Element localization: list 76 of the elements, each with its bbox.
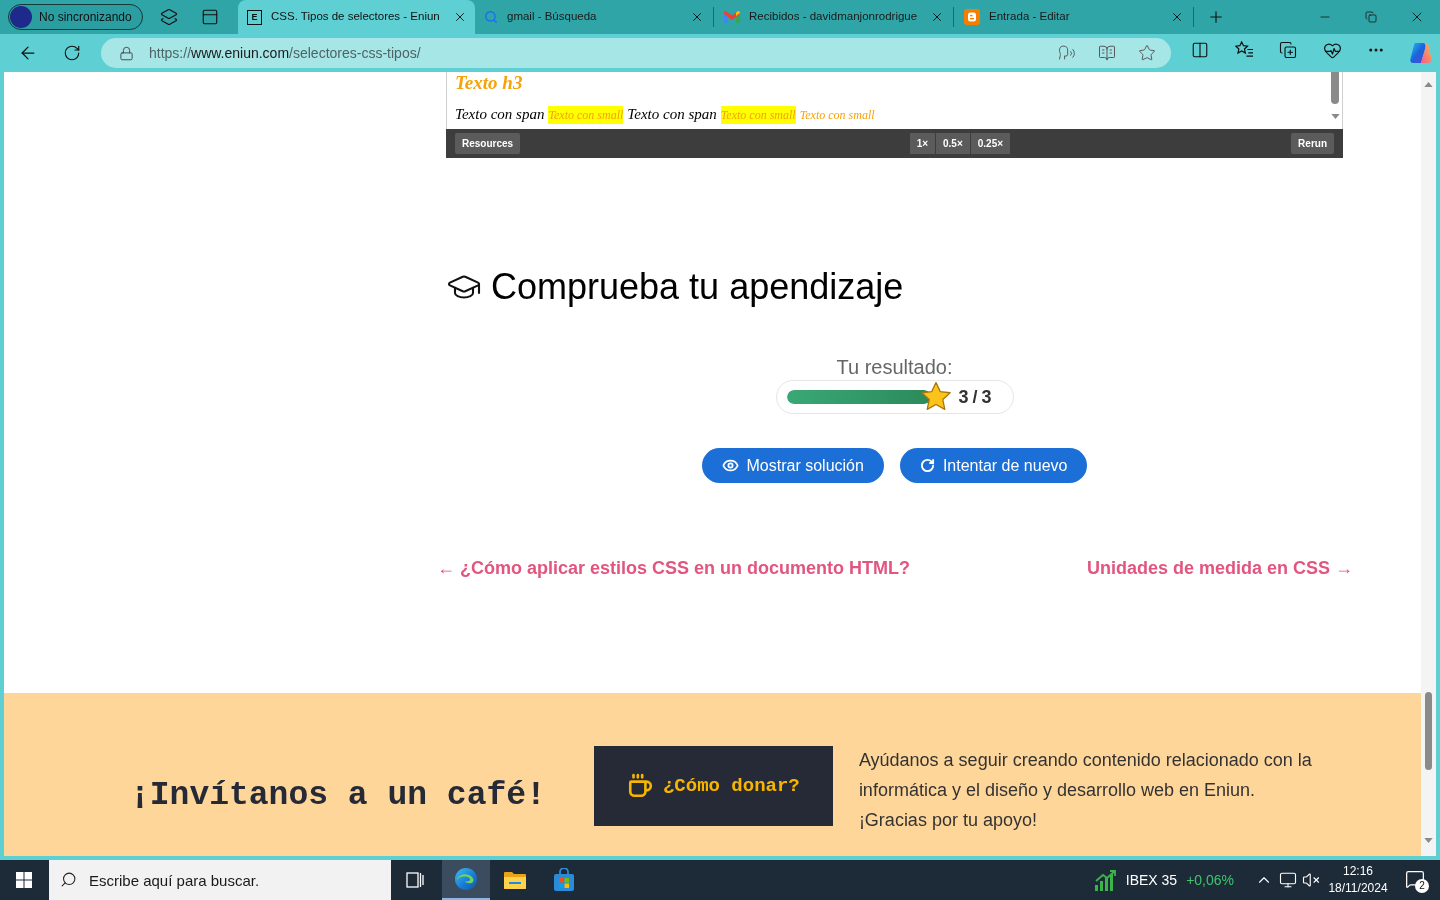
- star-outline-icon[interactable]: [1138, 44, 1156, 62]
- quiz-button[interactable]: Mostrar solución: [701, 448, 884, 483]
- restore-icon[interactable]: [1365, 11, 1377, 23]
- scrollbar-thumb[interactable]: [1425, 692, 1432, 770]
- profile-button[interactable]: No sincronizando: [8, 4, 143, 30]
- taskbar-clock[interactable]: 12:16 18/11/2024: [1324, 863, 1392, 897]
- zoom-button[interactable]: 0.5×: [936, 133, 970, 154]
- coffee-cup-icon: [626, 773, 653, 799]
- scroll-up-icon[interactable]: [1424, 82, 1433, 87]
- search-icon: [484, 10, 498, 24]
- banner-paragraph: Ayúdanos a seguir creando contenido relacionado con la informática y el diseño y desarrollo web en Eniun.: [858, 749, 1313, 802]
- address-bar[interactable]: https://www.eniun.com/selectores-css-tipos/: [101, 38, 1171, 68]
- avatar-icon: [10, 6, 32, 28]
- section-heading: Comprueba tu apendizaje: [491, 267, 904, 307]
- book-icon[interactable]: [1098, 44, 1116, 62]
- lock-icon[interactable]: [119, 45, 134, 61]
- scroll-down-icon[interactable]: [1330, 114, 1340, 119]
- next-post-link[interactable]: Unidades de medida en CSS →: [1086, 554, 1353, 582]
- zoom-button[interactable]: 0.25×: [970, 133, 1011, 154]
- scroll-down-icon[interactable]: [1424, 838, 1433, 843]
- search-icon: [60, 871, 77, 888]
- m-envelope-logo-icon: [724, 11, 740, 23]
- close-tab-icon[interactable]: [1170, 10, 1184, 24]
- rerun-button[interactable]: Rerun: [1291, 133, 1334, 154]
- banner-title: ¡Invítanos a un café!: [130, 776, 546, 816]
- copy-plus-icon[interactable]: [1279, 41, 1297, 59]
- browser-tab[interactable]: Entrada - Editar: [955, 0, 1192, 34]
- window-icon[interactable]: [201, 8, 219, 26]
- stock-change: +0,06%: [1186, 870, 1234, 890]
- preview-heading: Texto h3: [455, 72, 523, 94]
- monitor-icon[interactable]: [1279, 871, 1297, 889]
- shopping-bag-icon: [552, 868, 576, 892]
- score-text: 3 / 3: [958, 385, 992, 409]
- stock-name: IBEX 35: [1125, 870, 1178, 890]
- taskbar-search-field[interactable]: Escribe aquí para buscar.: [49, 860, 391, 900]
- tab-favicon: E: [247, 9, 262, 25]
- swirl-logo-icon: [454, 867, 478, 891]
- speaking-head-icon[interactable]: [1058, 44, 1076, 62]
- quiz-button[interactable]: Intentar de nuevo: [899, 448, 1088, 483]
- donate-button[interactable]: ¿Cómo donar?: [593, 746, 833, 826]
- result-label: Tu resultado:: [836, 356, 953, 378]
- layers-icon[interactable]: [160, 8, 178, 26]
- zoom-button[interactable]: 1×: [909, 133, 936, 154]
- muted-speaker-icon[interactable]: [1302, 871, 1320, 889]
- four-squares-icon[interactable]: [16, 872, 32, 888]
- speech-bubble-icon[interactable]: [1405, 869, 1425, 889]
- preview-span-text: Texto con span: [455, 105, 545, 124]
- scrollbar-thumb[interactable]: [1331, 72, 1339, 104]
- refresh-icon: [919, 458, 935, 473]
- browser-tab[interactable]: E CSS. Tipos de selectores - Eniun: [238, 0, 475, 34]
- banner-paragraph: ¡Gracias por tu apoyo!: [858, 809, 1038, 832]
- preview-highlighted-text: Texto con small: [720, 106, 796, 124]
- notification-badge: 2: [1415, 879, 1429, 893]
- star-list-icon[interactable]: [1234, 41, 1254, 58]
- close-tab-icon[interactable]: [453, 10, 467, 24]
- taskbar-app[interactable]: [442, 860, 490, 900]
- browser-tab[interactable]: Recibidos - davidmanjonrodrigue: [715, 0, 952, 34]
- folder-icon: [503, 870, 527, 890]
- resources-button[interactable]: Resources: [455, 133, 521, 154]
- refresh-icon[interactable]: [63, 44, 81, 62]
- previous-post-link[interactable]: ← ¿Cómo aplicar estilos CSS en un documento HTML?: [437, 554, 911, 582]
- url-text[interactable]: https://www.eniun.com/selectores-css-tipos/: [149, 42, 421, 64]
- new-tab-icon[interactable]: [1207, 8, 1225, 26]
- chart-up-icon[interactable]: [1093, 869, 1118, 891]
- heart-pulse-icon[interactable]: [1322, 41, 1342, 60]
- gradient-logo-icon[interactable]: [1408, 41, 1432, 65]
- preview-span-text: Texto con span: [627, 105, 717, 124]
- close-tab-icon[interactable]: [690, 10, 704, 24]
- preview-highlighted-text: Texto con small: [548, 106, 624, 124]
- close-tab-icon[interactable]: [930, 10, 944, 24]
- two-columns-icon[interactable]: [1191, 41, 1209, 59]
- rounded-square-logo-icon: [964, 9, 980, 25]
- eye-icon: [721, 457, 739, 474]
- preview-small-text: Texto con small: [799, 107, 875, 124]
- stacked-windows-icon[interactable]: [406, 872, 424, 888]
- browser-tab[interactable]: gmail - Búsqueda: [475, 0, 712, 34]
